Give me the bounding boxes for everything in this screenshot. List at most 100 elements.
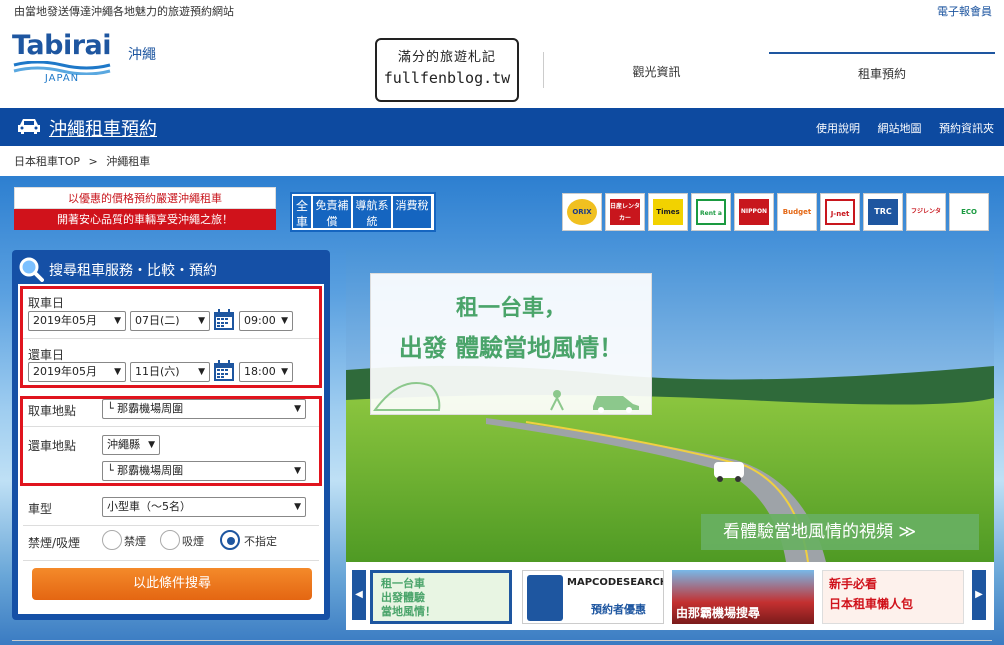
chevron-down-icon: ▼ bbox=[114, 367, 121, 377]
pickup-month-select[interactable]: 2019年05月 ▼ bbox=[28, 311, 126, 331]
pickup-place-value: └ 那霸機場周圍 bbox=[107, 402, 184, 415]
magnifier-icon bbox=[19, 257, 44, 282]
brand-eco-logo[interactable]: ECO bbox=[949, 193, 989, 231]
return-prefecture-select[interactable]: 沖繩縣 ▼ bbox=[102, 435, 160, 455]
promo-banner: 以優惠的價格預約嚴選沖繩租車 開著安心品質的車輛享受沖繩之旅！ bbox=[14, 187, 276, 232]
car-type-select[interactable]: 小型車（～5名） ▼ bbox=[102, 497, 306, 517]
hero-caption-line-2: 出發 體驗當地風情！ bbox=[398, 334, 624, 362]
return-prefecture-value: 沖繩縣 bbox=[107, 438, 140, 451]
hero-caption-box: 租一台車， 出發 體驗當地風情！ bbox=[370, 273, 652, 415]
car-in-scene bbox=[714, 462, 744, 478]
section-bar: 沖繩租車預約 使用說明 網站地圖 預約資訊夾 bbox=[0, 108, 1004, 146]
nav-tourism-info[interactable]: 觀光資訊 bbox=[543, 52, 769, 88]
phone-icon bbox=[527, 575, 563, 621]
chevron-down-icon: ▼ bbox=[114, 316, 121, 326]
pickup-month-value: 2019年05月 bbox=[33, 314, 97, 327]
chevron-down-icon: ▼ bbox=[294, 404, 301, 414]
carousel-next-button[interactable]: ▶ bbox=[972, 570, 986, 620]
stamp-title: 滿分的旅遊札記 bbox=[397, 50, 496, 65]
pickup-day-select[interactable]: 07日(二) ▼ bbox=[130, 311, 210, 331]
return-time-select[interactable]: 18:00 ▼ bbox=[239, 362, 293, 382]
carousel-prev-button[interactable]: ◀ bbox=[352, 570, 366, 620]
car-type-value: 小型車（～5名） bbox=[107, 500, 191, 513]
no-preference-label: 不指定 bbox=[244, 535, 277, 548]
brand-orix-logo[interactable]: ORIX bbox=[562, 193, 602, 231]
content-divider bbox=[12, 640, 992, 641]
brand-fuji-logo[interactable]: フジレンタカー bbox=[906, 193, 946, 231]
breadcrumb: 日本租車TOP > 沖繩租車 bbox=[14, 153, 150, 169]
brand-nippon-logo[interactable]: NIPPON bbox=[734, 193, 774, 231]
breadcrumb-home[interactable]: 日本租車TOP bbox=[14, 155, 80, 168]
logo-wordmark: Tabirai bbox=[12, 30, 112, 61]
utility-links: 使用說明 網站地圖 預約資訊夾 bbox=[802, 120, 994, 136]
thumb-4-title: 新手必看 bbox=[829, 577, 878, 591]
thumb-4-caption: 日本租車懶人包 bbox=[829, 597, 914, 611]
site-header: Tabirai JAPAN 沖繩 滿分的旅遊札記 fullfenblog.tw … bbox=[0, 22, 1004, 108]
thumb-2-title: MAPCODESEARCH bbox=[567, 577, 664, 588]
search-form: 取車日 2019年05月 ▼ 07日(二) ▼ 09:00 ▼ 還車日 2019年05… bbox=[18, 284, 324, 614]
car-type-label: 車型 bbox=[28, 502, 53, 516]
brand-toyota-logo[interactable]: Rent a Car bbox=[691, 193, 731, 231]
brand-jnet-logo[interactable]: J-net bbox=[820, 193, 860, 231]
brand-times-logo[interactable]: Times Car bbox=[648, 193, 688, 231]
pickup-place-label: 取車地點 bbox=[28, 404, 77, 418]
region-label: 沖繩 bbox=[128, 47, 156, 63]
brand-nissan-logo[interactable]: 日産レンタカー bbox=[605, 193, 645, 231]
thumb-mapcode[interactable]: MAPCODESEARCH 預約者優惠 bbox=[522, 570, 664, 624]
divider bbox=[23, 338, 319, 339]
return-month-select[interactable]: 2019年05月 ▼ bbox=[28, 362, 126, 382]
breadcrumb-current: 沖繩租車 bbox=[106, 155, 151, 168]
search-submit-button[interactable]: 以此條件搜尋 bbox=[32, 568, 312, 600]
pickup-time-select[interactable]: 09:00 ▼ bbox=[239, 311, 293, 331]
radio-no-preference[interactable] bbox=[220, 530, 240, 550]
link-booking-folder[interactable]: 預約資訊夾 bbox=[939, 122, 994, 135]
divider bbox=[23, 560, 319, 561]
included-features: 全車 免責補償 導航系統 消費稅 bbox=[290, 192, 436, 232]
feature-all-cars: 全車 bbox=[293, 196, 311, 229]
feature-tax: 消費稅 bbox=[393, 196, 431, 228]
divider bbox=[23, 426, 319, 427]
return-place-select[interactable]: └ 那霸機場周圍 ▼ bbox=[102, 461, 306, 481]
thumb-3-caption: 由那霸機場搜尋 bbox=[676, 606, 761, 620]
return-time-value: 18:00 bbox=[244, 365, 276, 378]
brand-trc-logo[interactable]: TRC bbox=[863, 193, 903, 231]
smoking-option-label: 吸煙 bbox=[182, 535, 204, 548]
pickup-date-label: 取車日 bbox=[28, 296, 65, 310]
brand-budget-logo[interactable]: Budget bbox=[777, 193, 817, 231]
link-usage-guide[interactable]: 使用說明 bbox=[816, 122, 860, 135]
site-tagline: 由當地發送傳達沖繩各地魅力的旅遊預約網站 bbox=[14, 5, 234, 18]
chevron-down-icon: ▼ bbox=[148, 440, 155, 450]
radio-non-smoking[interactable] bbox=[102, 530, 122, 550]
calendar-icon[interactable] bbox=[213, 360, 235, 382]
thumb-naha-airport[interactable]: 由那霸機場搜尋 bbox=[672, 570, 814, 624]
return-place-value: └ 那霸機場周圍 bbox=[107, 464, 184, 477]
stamp-url: fullfenblog.tw bbox=[383, 69, 511, 87]
link-sitemap[interactable]: 網站地圖 bbox=[878, 122, 922, 135]
non-smoking-label: 禁煙 bbox=[124, 535, 146, 548]
calendar-icon[interactable] bbox=[213, 309, 235, 331]
chevron-down-icon: ▼ bbox=[294, 466, 301, 476]
thumb-beginner-guide[interactable]: 新手必看 日本租車懶人包 bbox=[822, 570, 964, 624]
page-title[interactable]: 沖繩租車預約 bbox=[49, 115, 157, 141]
feature-navigation: 導航系統 bbox=[353, 196, 391, 228]
top-strip: 由當地發送傳達沖繩各地魅力的旅遊預約網站 電子報會員 bbox=[0, 0, 1004, 22]
search-header: 搜尋租車服務・比較・預約 bbox=[12, 250, 330, 284]
header-nav: 觀光資訊 租車預約 bbox=[543, 52, 995, 100]
thumb-rent-a-car[interactable]: 租一台車 出發體驗 當地風情！ bbox=[370, 570, 512, 624]
tabirai-logo[interactable]: Tabirai JAPAN bbox=[12, 30, 112, 90]
return-month-value: 2019年05月 bbox=[33, 365, 97, 378]
return-day-select[interactable]: 11日(六) ▼ bbox=[130, 362, 210, 382]
chevron-down-icon: ▼ bbox=[281, 367, 288, 377]
breadcrumb-separator: > bbox=[88, 155, 98, 168]
travel-illustration-icon bbox=[373, 382, 639, 413]
blog-watermark-stamp: 滿分的旅遊札記 fullfenblog.tw bbox=[375, 38, 519, 102]
thumb-2-caption: 預約者優惠 bbox=[591, 603, 646, 616]
smoking-label: 禁煙/吸煙 bbox=[28, 536, 81, 550]
nav-car-rental[interactable]: 租車預約 bbox=[769, 52, 995, 88]
watch-video-button[interactable]: 看體驗當地風情的視頻 ≫ bbox=[701, 514, 979, 550]
radio-smoking[interactable] bbox=[160, 530, 180, 550]
return-place-label: 還車地點 bbox=[28, 439, 77, 453]
newsletter-member-link[interactable]: 電子報會員 bbox=[937, 3, 992, 19]
pickup-place-select[interactable]: └ 那霸機場周圍 ▼ bbox=[102, 399, 306, 419]
feature-carousel: ◀ 租一台車 出發體驗 當地風情！ MAPCODESEARCH 預約者優惠 由那… bbox=[346, 562, 994, 630]
